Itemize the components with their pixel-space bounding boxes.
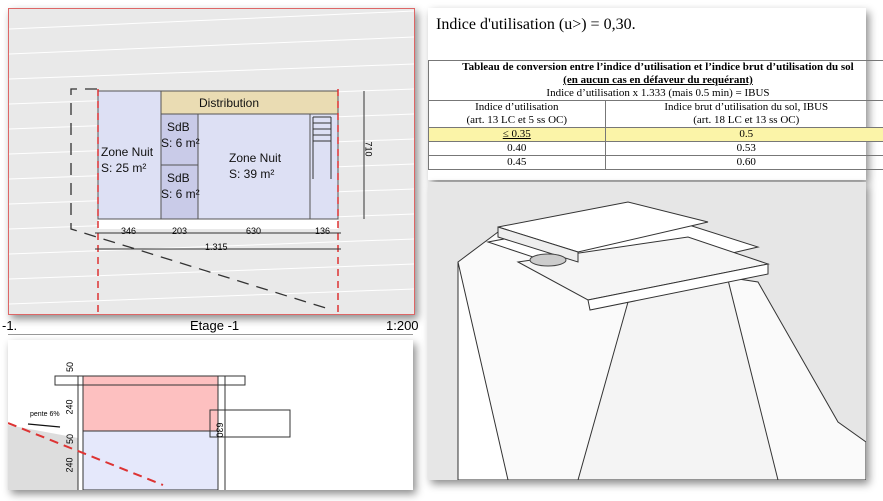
dimension: 710: [363, 141, 374, 157]
table-formula: Indice d’utilisation x 1.333 (mais 0.5 m…: [428, 87, 883, 101]
conversion-table: Tableau de conversion entre l’indice d’u…: [428, 60, 883, 170]
table-row-highlighted: ≤ 0.35 0.5: [428, 127, 883, 142]
slope-label: pente 6%: [30, 411, 60, 418]
dimension: 240: [64, 457, 75, 473]
drawing-title: Etage -1: [190, 318, 240, 333]
3d-model-render: [428, 182, 866, 480]
table-row: 0.40 0.53: [428, 141, 883, 156]
dimension: 240: [64, 399, 75, 415]
dimension: 630: [214, 422, 225, 438]
regulation-document: Indice d'utilisation (u>) = 0,30. Tablea…: [428, 8, 883, 180]
room-area: S: 6 m²: [161, 187, 200, 201]
column-header: Indice d’utilisation (art. 13 LC et 5 ss …: [428, 100, 606, 128]
table-subtitle: (en aucun cas en défaveur du requérant): [428, 74, 883, 87]
table-title: Tableau de conversion entre l’indice d’u…: [428, 60, 883, 74]
dimension: 50: [65, 433, 76, 445]
drawing-scale: 1:200: [386, 318, 419, 333]
dimension: 203: [172, 226, 188, 236]
room-label: SdB: [167, 120, 190, 134]
floor-plan-drawing: [9, 10, 414, 314]
dimension: 136: [315, 226, 331, 236]
drawing-title-bar: -1. Etage -1 1:200: [2, 318, 419, 335]
dimension: 50: [65, 361, 76, 373]
room-label: SdB: [167, 171, 190, 185]
dimension: 630: [246, 226, 262, 236]
drawing-number: -1.: [2, 318, 18, 333]
room-label: Distribution: [199, 96, 260, 110]
room-area: S: 39 m²: [229, 167, 275, 181]
floor-plan: Distribution Zone Nuit S: 25 m² SdB S: 6…: [8, 8, 415, 315]
dimension: 346: [121, 226, 137, 236]
room-label: Zone Nuit: [229, 151, 282, 165]
room-label: Zone Nuit: [101, 145, 154, 159]
3d-model-svg: [457, 201, 866, 480]
table-row: 0.45 0.60: [428, 155, 883, 170]
room-area: S: 25 m²: [101, 161, 147, 175]
room-area: S: 6 m²: [161, 136, 200, 150]
utilisation-index-heading: Indice d'utilisation (u>) = 0,30.: [436, 16, 636, 33]
column-header: Indice brut d’utilisation du sol, IBUS (a…: [604, 100, 883, 128]
section-drawing: pente 6% 50 240 50 240 630: [8, 340, 413, 490]
dimension: 1.315: [205, 242, 228, 252]
